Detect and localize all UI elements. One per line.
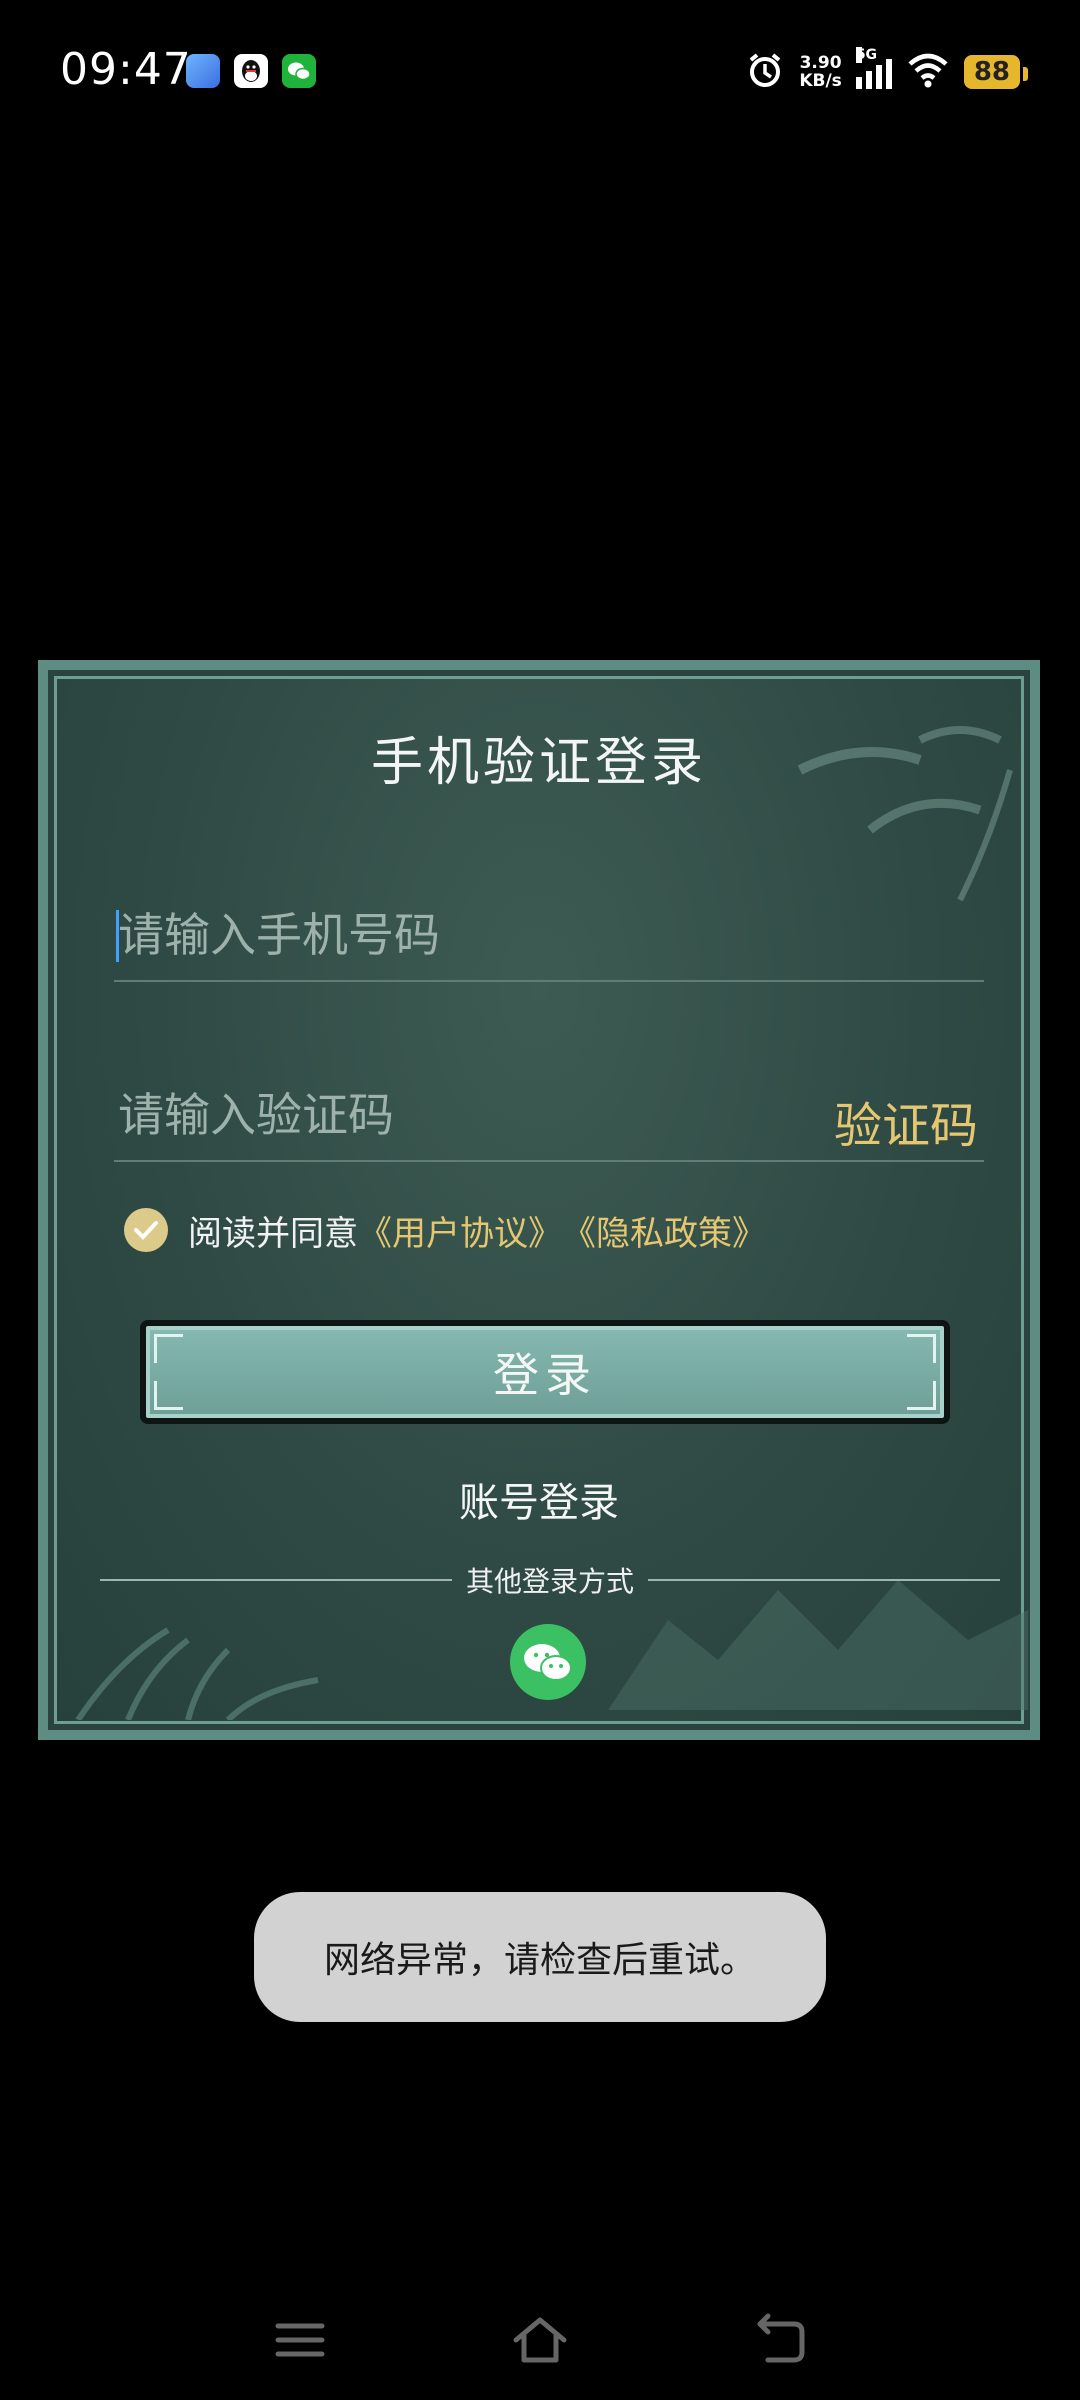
wifi-icon [906,52,950,92]
code-field: 验证码 [114,1070,984,1162]
qq-icon [234,54,268,88]
battery-indicator: 88 [963,55,1029,89]
wechat-login-button[interactable] [510,1624,586,1700]
login-button-label: 登录 [493,1348,597,1402]
menu-icon[interactable] [270,2310,330,2370]
signal-icon: 5G [855,47,892,89]
alarm-icon [745,50,785,94]
phone-field [114,890,992,982]
get-code-button[interactable]: 验证码 [834,1086,978,1156]
text-cursor [116,910,119,962]
network-speed: 3.90 KB/s [799,53,842,91]
navigation-bar [0,2280,1080,2400]
dialog-title: 手机验证登录 [370,733,707,793]
other-login-divider: 其他登录方式 [100,1560,1001,1600]
agreement-label: 阅读并同意 [188,1213,358,1254]
phone-number-input[interactable] [114,890,992,980]
wechat-icon [524,1644,572,1681]
home-icon[interactable] [510,2310,570,2370]
privacy-policy-link[interactable]: 《隐私政策》 [562,1206,766,1255]
other-login-label: 其他登录方式 [466,1565,635,1598]
app-notification-icon [186,54,220,88]
agreement-row: 阅读并同意 《用户协议》 《隐私政策》 [124,1200,766,1260]
login-button[interactable]: 登录 [140,1320,950,1424]
status-bar: 09:47 3.90 KB/s 5G 88 [0,0,1080,140]
verification-code-input[interactable] [114,1070,802,1160]
wechat-notification-icon [282,54,316,88]
error-toast: 网络异常，请检查后重试。 [254,1892,826,2022]
phone-login-dialog: 手机验证登录 验证码 阅读并同意 《用户协议》 《隐私政策》 登录 账号登录 其… [38,660,1040,1740]
status-time: 09:47 [60,44,192,95]
grass-decoration [75,1627,319,1720]
agreement-checkbox[interactable] [124,1208,168,1252]
user-agreement-link[interactable]: 《用户协议》 [358,1206,562,1255]
account-login-link[interactable]: 账号登录 [48,1470,1030,1528]
check-icon [134,1221,158,1240]
back-icon[interactable] [750,2310,810,2370]
